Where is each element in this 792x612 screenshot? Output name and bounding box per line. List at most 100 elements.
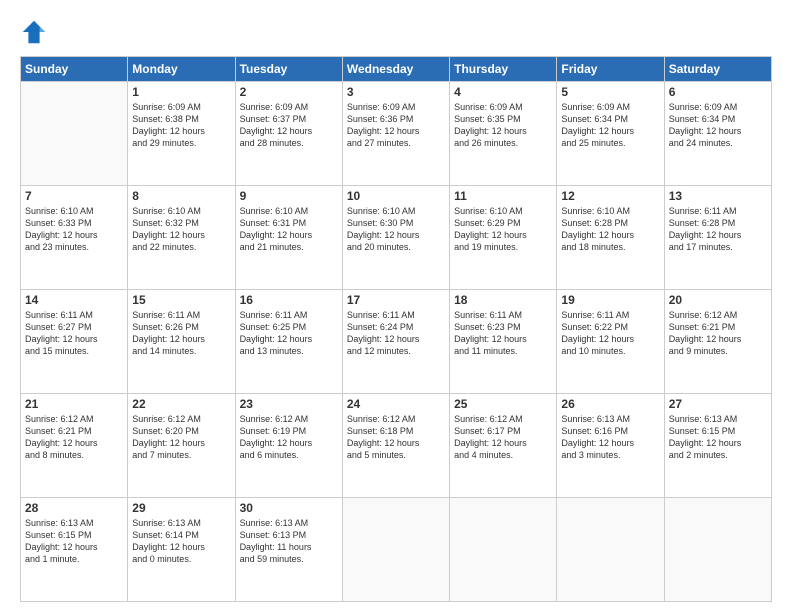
day-number: 3 <box>347 85 445 99</box>
day-number: 6 <box>669 85 767 99</box>
day-info: Sunrise: 6:12 AM Sunset: 6:21 PM Dayligh… <box>669 309 767 358</box>
day-info: Sunrise: 6:10 AM Sunset: 6:29 PM Dayligh… <box>454 205 552 254</box>
day-info: Sunrise: 6:13 AM Sunset: 6:14 PM Dayligh… <box>132 517 230 566</box>
day-number: 13 <box>669 189 767 203</box>
day-info: Sunrise: 6:10 AM Sunset: 6:30 PM Dayligh… <box>347 205 445 254</box>
day-number: 25 <box>454 397 552 411</box>
day-cell: 30Sunrise: 6:13 AM Sunset: 6:13 PM Dayli… <box>235 498 342 602</box>
day-cell <box>557 498 664 602</box>
day-number: 29 <box>132 501 230 515</box>
day-number: 22 <box>132 397 230 411</box>
weekday-header-tuesday: Tuesday <box>235 57 342 82</box>
week-row-4: 21 Sunrise: 6:12 AM Sunset: 6:21 PM Dayli… <box>21 394 772 498</box>
day-number: 9 <box>240 189 338 203</box>
day-number: 4 <box>454 85 552 99</box>
day-info: Sunrise: 6:12 AM Sunset: 6:17 PM Dayligh… <box>454 413 552 462</box>
day-info: Sunrise: 6:10 AM Sunset: 6:28 PM Dayligh… <box>561 205 659 254</box>
day-number: 10 <box>347 189 445 203</box>
day-number: 30 <box>240 501 338 515</box>
day-cell: 20Sunrise: 6:12 AM Sunset: 6:21 PM Dayli… <box>664 290 771 394</box>
day-info: Sunrise: 6:11 AM Sunset: 6:28 PM Dayligh… <box>669 205 767 254</box>
day-cell: 29 Sunrise: 6:13 AM Sunset: 6:14 PM Dayli… <box>128 498 235 602</box>
day-info: Sunrise: 6:12 AM Sunset: 6:19 PM Dayligh… <box>240 413 338 462</box>
day-cell: 8 Sunrise: 6:10 AM Sunset: 6:32 PM Daylig… <box>128 186 235 290</box>
day-info: Sunrise: 6:09 AM Sunset: 6:37 PM Dayligh… <box>240 101 338 150</box>
day-cell: 26 Sunrise: 6:13 AM Sunset: 6:16 PM Dayli… <box>557 394 664 498</box>
day-info: Sunrise: 6:11 AM Sunset: 6:23 PM Dayligh… <box>454 309 552 358</box>
day-cell <box>21 82 128 186</box>
day-number: 26 <box>561 397 659 411</box>
week-row-1: 1 Sunrise: 6:09 AM Sunset: 6:38 PM Daylig… <box>21 82 772 186</box>
day-number: 8 <box>132 189 230 203</box>
day-number: 7 <box>25 189 123 203</box>
day-cell: 25 Sunrise: 6:12 AM Sunset: 6:17 PM Dayli… <box>450 394 557 498</box>
day-cell: 24 Sunrise: 6:12 AM Sunset: 6:18 PM Dayli… <box>342 394 449 498</box>
day-cell: 21 Sunrise: 6:12 AM Sunset: 6:21 PM Dayli… <box>21 394 128 498</box>
day-cell: 11 Sunrise: 6:10 AM Sunset: 6:29 PM Dayli… <box>450 186 557 290</box>
day-info: Sunrise: 6:12 AM Sunset: 6:21 PM Dayligh… <box>25 413 123 462</box>
week-row-2: 7 Sunrise: 6:10 AM Sunset: 6:33 PM Daylig… <box>21 186 772 290</box>
day-number: 11 <box>454 189 552 203</box>
day-number: 2 <box>240 85 338 99</box>
day-info: Sunrise: 6:10 AM Sunset: 6:31 PM Dayligh… <box>240 205 338 254</box>
weekday-header-friday: Friday <box>557 57 664 82</box>
day-cell: 2 Sunrise: 6:09 AM Sunset: 6:37 PM Daylig… <box>235 82 342 186</box>
calendar-table: SundayMondayTuesdayWednesdayThursdayFrid… <box>20 56 772 602</box>
day-cell: 15Sunrise: 6:11 AM Sunset: 6:26 PM Dayli… <box>128 290 235 394</box>
day-cell: 27 Sunrise: 6:13 AM Sunset: 6:15 PM Dayli… <box>664 394 771 498</box>
day-cell: 12Sunrise: 6:10 AM Sunset: 6:28 PM Dayli… <box>557 186 664 290</box>
day-number: 17 <box>347 293 445 307</box>
weekday-header-wednesday: Wednesday <box>342 57 449 82</box>
day-info: Sunrise: 6:09 AM Sunset: 6:34 PM Dayligh… <box>561 101 659 150</box>
week-row-3: 14Sunrise: 6:11 AM Sunset: 6:27 PM Dayli… <box>21 290 772 394</box>
page-header <box>20 18 772 46</box>
logo-icon <box>20 18 48 46</box>
day-cell <box>664 498 771 602</box>
day-info: Sunrise: 6:11 AM Sunset: 6:24 PM Dayligh… <box>347 309 445 358</box>
weekday-header-monday: Monday <box>128 57 235 82</box>
day-number: 24 <box>347 397 445 411</box>
day-info: Sunrise: 6:09 AM Sunset: 6:36 PM Dayligh… <box>347 101 445 150</box>
day-info: Sunrise: 6:13 AM Sunset: 6:15 PM Dayligh… <box>669 413 767 462</box>
day-info: Sunrise: 6:12 AM Sunset: 6:18 PM Dayligh… <box>347 413 445 462</box>
weekday-header-row: SundayMondayTuesdayWednesdayThursdayFrid… <box>21 57 772 82</box>
day-number: 1 <box>132 85 230 99</box>
day-number: 19 <box>561 293 659 307</box>
day-cell: 10 Sunrise: 6:10 AM Sunset: 6:30 PM Dayli… <box>342 186 449 290</box>
day-cell: 16Sunrise: 6:11 AM Sunset: 6:25 PM Dayli… <box>235 290 342 394</box>
day-info: Sunrise: 6:09 AM Sunset: 6:35 PM Dayligh… <box>454 101 552 150</box>
day-info: Sunrise: 6:13 AM Sunset: 6:15 PM Dayligh… <box>25 517 123 566</box>
day-cell: 14Sunrise: 6:11 AM Sunset: 6:27 PM Dayli… <box>21 290 128 394</box>
day-cell: 19 Sunrise: 6:11 AM Sunset: 6:22 PM Dayli… <box>557 290 664 394</box>
day-cell: 9 Sunrise: 6:10 AM Sunset: 6:31 PM Daylig… <box>235 186 342 290</box>
day-number: 18 <box>454 293 552 307</box>
day-cell: 23 Sunrise: 6:12 AM Sunset: 6:19 PM Dayli… <box>235 394 342 498</box>
day-info: Sunrise: 6:11 AM Sunset: 6:22 PM Dayligh… <box>561 309 659 358</box>
weekday-header-thursday: Thursday <box>450 57 557 82</box>
day-cell: 13 Sunrise: 6:11 AM Sunset: 6:28 PM Dayli… <box>664 186 771 290</box>
day-cell: 4 Sunrise: 6:09 AM Sunset: 6:35 PM Daylig… <box>450 82 557 186</box>
day-cell: 22Sunrise: 6:12 AM Sunset: 6:20 PM Dayli… <box>128 394 235 498</box>
day-info: Sunrise: 6:11 AM Sunset: 6:25 PM Dayligh… <box>240 309 338 358</box>
day-info: Sunrise: 6:09 AM Sunset: 6:34 PM Dayligh… <box>669 101 767 150</box>
day-info: Sunrise: 6:10 AM Sunset: 6:33 PM Dayligh… <box>25 205 123 254</box>
day-cell: 5 Sunrise: 6:09 AM Sunset: 6:34 PM Daylig… <box>557 82 664 186</box>
weekday-header-saturday: Saturday <box>664 57 771 82</box>
day-cell <box>450 498 557 602</box>
day-cell: 6 Sunrise: 6:09 AM Sunset: 6:34 PM Daylig… <box>664 82 771 186</box>
day-info: Sunrise: 6:11 AM Sunset: 6:27 PM Dayligh… <box>25 309 123 358</box>
day-number: 27 <box>669 397 767 411</box>
day-cell <box>342 498 449 602</box>
day-info: Sunrise: 6:13 AM Sunset: 6:16 PM Dayligh… <box>561 413 659 462</box>
day-cell: 17 Sunrise: 6:11 AM Sunset: 6:24 PM Dayli… <box>342 290 449 394</box>
day-info: Sunrise: 6:09 AM Sunset: 6:38 PM Dayligh… <box>132 101 230 150</box>
day-number: 5 <box>561 85 659 99</box>
day-cell: 1 Sunrise: 6:09 AM Sunset: 6:38 PM Daylig… <box>128 82 235 186</box>
week-row-5: 28Sunrise: 6:13 AM Sunset: 6:15 PM Dayli… <box>21 498 772 602</box>
day-number: 15 <box>132 293 230 307</box>
logo <box>20 18 52 46</box>
day-cell: 18 Sunrise: 6:11 AM Sunset: 6:23 PM Dayli… <box>450 290 557 394</box>
day-number: 23 <box>240 397 338 411</box>
day-number: 21 <box>25 397 123 411</box>
day-info: Sunrise: 6:10 AM Sunset: 6:32 PM Dayligh… <box>132 205 230 254</box>
